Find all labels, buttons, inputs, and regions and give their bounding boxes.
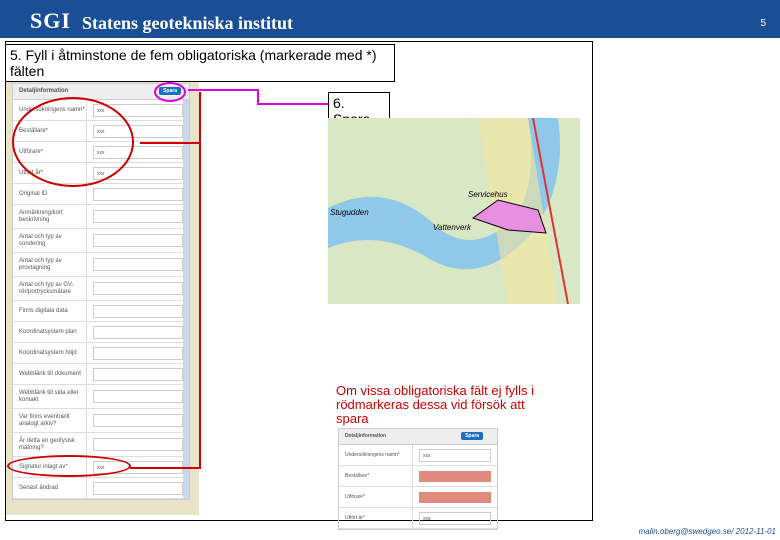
field-label: Beställare* [339,466,413,486]
form-row: Utfört år* xxx [339,508,497,529]
field-input[interactable]: xxx [419,448,491,462]
field-input[interactable]: xxx [419,511,491,525]
footer-author-date: malin.oberg@swedgeo.se/ 2012-11-01 [638,527,776,536]
validation-note: Om vissa obligatoriska fält ej fylls i r… [336,383,534,426]
field-input-error[interactable] [419,470,491,482]
field-input-error[interactable] [419,491,491,503]
field-label: Utfört år* [339,508,413,528]
field-label: Undersökningens namn* [339,445,413,465]
validation-example-panel: Detaljinformation Spara Undersökningens n… [338,428,498,530]
form-row: Beställare* [339,466,497,487]
save-button[interactable]: Spara [461,432,483,440]
panel-title: Detaljinformation [345,433,387,439]
field-label: Utförare* [339,487,413,507]
form-row: Undersökningens namn* xxx [339,445,497,466]
form-row: Utförare* [339,487,497,508]
